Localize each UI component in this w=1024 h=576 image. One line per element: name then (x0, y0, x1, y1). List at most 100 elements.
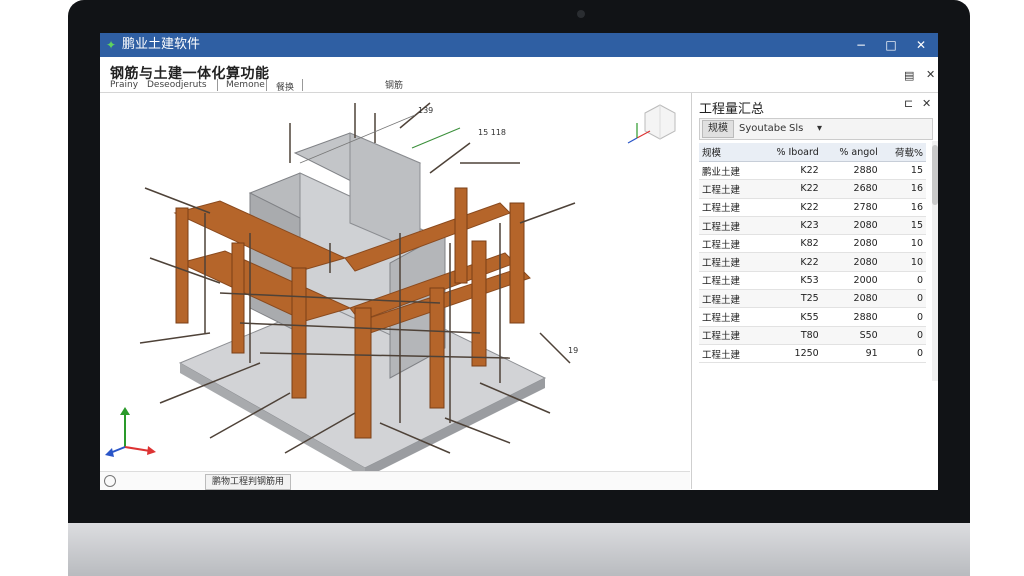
column-header[interactable]: 荷载% (880, 143, 926, 162)
panel-scrollbar-thumb[interactable] (932, 145, 938, 205)
table-row[interactable]: 工程土建 K23 2080 15 (699, 216, 926, 236)
dropdown-chevron-icon[interactable]: ▾ (812, 121, 827, 137)
view-cube[interactable] (627, 104, 676, 144)
table-row[interactable]: 工程土建 T80 S50 0 (699, 326, 926, 345)
annotation-label: 139 (418, 106, 433, 115)
table-cell: 0 (880, 271, 926, 291)
table-cell: K22 (757, 198, 822, 217)
table-cell: 0 (880, 344, 926, 364)
table-cell: 2000 (821, 271, 881, 291)
panel-title: 工程量汇总 (699, 102, 765, 117)
table-cell: 2880 (821, 307, 881, 327)
window-title: 鹏业土建软件 (122, 37, 201, 52)
app-logo-icon: ✦ (106, 38, 117, 52)
table-cell: 2880 (821, 161, 881, 181)
table-cell: K55 (757, 307, 822, 327)
table-cell: 2080 (821, 234, 881, 254)
monitor-chin (68, 523, 970, 576)
table-cell: 工程土建 (699, 271, 758, 291)
dimension-line (411, 127, 461, 149)
annotation-label: 15 118 (478, 128, 506, 137)
table-cell: 10 (880, 234, 926, 254)
minimize-button[interactable]: − (848, 36, 874, 54)
table-cell: K82 (757, 234, 822, 254)
table-cell: 15 (880, 216, 926, 236)
annotation-label: 19 (568, 346, 578, 355)
panel-close-icon[interactable]: ✕ (922, 97, 931, 110)
column-header[interactable]: % angol (821, 143, 881, 162)
table-row[interactable]: 工程土建 K22 2080 10 (699, 252, 926, 272)
status-indicator-icon (104, 475, 116, 487)
table-header-row: 规模 % Iboard % angol 荷载% (699, 143, 926, 162)
table-row[interactable]: 工程土建 K53 2000 0 (699, 271, 926, 291)
quantity-table: 规模 % Iboard % angol 荷载% 鹏业土建 K22 2880 15 工程土… (699, 143, 926, 364)
table-cell: 0 (880, 326, 926, 345)
table-cell: 16 (880, 198, 926, 217)
menu-item-4[interactable]: 餐换 (276, 80, 294, 93)
tab-sls[interactable]: Sls (784, 121, 808, 137)
table-cell: 15 (880, 161, 926, 181)
app-window: ✦ 鹏业土建软件 − □ ✕ 钢筋与土建一体化算功能 Prainy Deseod… (100, 33, 938, 490)
column-header[interactable]: 规模 (699, 143, 758, 162)
axis-gizmo (105, 407, 156, 457)
table-row[interactable]: 工程土建 K82 2080 10 (699, 234, 926, 254)
table-cell: K22 (757, 252, 822, 272)
table-cell: 工程土建 (699, 179, 758, 199)
table-cell: 工程土建 (699, 307, 758, 327)
webcam (577, 10, 585, 18)
table-cell: S50 (821, 326, 881, 345)
table-cell: 工程土建 (699, 344, 758, 364)
table-cell: 16 (880, 179, 926, 199)
tab-scale[interactable]: 规模 (702, 120, 734, 138)
table-cell: K53 (757, 271, 822, 291)
toolbar-separator (217, 79, 218, 91)
table-cell: 工程土建 (699, 234, 758, 254)
table-cell: 工程土建 (699, 198, 758, 217)
table-cell: 0 (880, 289, 926, 309)
status-tab[interactable]: 鹏物工程判钢筋用 (205, 474, 292, 490)
table-cell: 工程土建 (699, 252, 758, 272)
table-cell: 工程土建 (699, 289, 758, 309)
close-button[interactable]: ✕ (908, 36, 934, 54)
table-row[interactable]: 工程土建 T25 2080 0 (699, 289, 926, 309)
table-cell: T25 (757, 289, 822, 309)
3d-viewport[interactable]: 139 15 118 19 (100, 93, 692, 489)
table-cell: K22 (757, 179, 822, 199)
tab-syoutabe[interactable]: Syoutabe (734, 121, 791, 137)
table-cell: 鹏业土建 (699, 161, 758, 181)
table-cell: 10 (880, 252, 926, 272)
table-row[interactable]: 工程土建 K22 2780 16 (699, 198, 926, 217)
table-cell: 1250 (757, 344, 822, 364)
panel-toggle-icon[interactable]: ▤ (904, 69, 914, 82)
table-cell: 2680 (821, 179, 881, 199)
title-bar: ✦ 鹏业土建软件 − □ ✕ (100, 33, 938, 57)
ribbon-close-icon[interactable]: ✕ (926, 68, 935, 81)
toolbar-separator (302, 79, 303, 91)
table-cell: 2080 (821, 252, 881, 272)
table-cell: 2080 (821, 216, 881, 236)
table-row[interactable]: 鹏业土建 K22 2880 15 (699, 161, 926, 181)
toolbar-separator (266, 79, 267, 91)
table-cell: 91 (821, 344, 881, 364)
menu-item-2[interactable]: Deseodjeruts (147, 80, 207, 90)
table-row[interactable]: 工程土建 1250 91 0 (699, 344, 926, 364)
table-cell: 2780 (821, 198, 881, 217)
table-cell: 2080 (821, 289, 881, 309)
menu-item-5[interactable]: 钢筋 (385, 78, 403, 91)
quantity-summary-panel: 工程量汇总 ⊏ ✕ 规模 Syoutabe Sls ▾ 规模 % Iboard … (696, 93, 938, 490)
table-row[interactable]: 工程土建 K22 2680 16 (699, 179, 926, 199)
menu-item-1[interactable]: Prainy (110, 80, 138, 90)
maximize-button[interactable]: □ (878, 36, 904, 54)
column-header[interactable]: % Iboard (757, 143, 822, 162)
table-cell: T80 (757, 326, 822, 345)
panel-minimize-icon[interactable]: ⊏ (904, 97, 913, 110)
ribbon-toolbar: 钢筋与土建一体化算功能 Prainy Deseodjeruts Memone 餐… (100, 57, 938, 93)
table-cell: 工程土建 (699, 216, 758, 236)
table-cell: 工程土建 (699, 326, 758, 345)
table-cell: 0 (880, 307, 926, 327)
menu-item-3[interactable]: Memone (226, 80, 265, 90)
status-bar: 鹏物工程判钢筋用 (100, 471, 690, 490)
panel-tab-strip: 规模 Syoutabe Sls ▾ (699, 118, 933, 140)
building-model[interactable]: 139 15 118 19 (100, 93, 691, 478)
table-row[interactable]: 工程土建 K55 2880 0 (699, 307, 926, 327)
